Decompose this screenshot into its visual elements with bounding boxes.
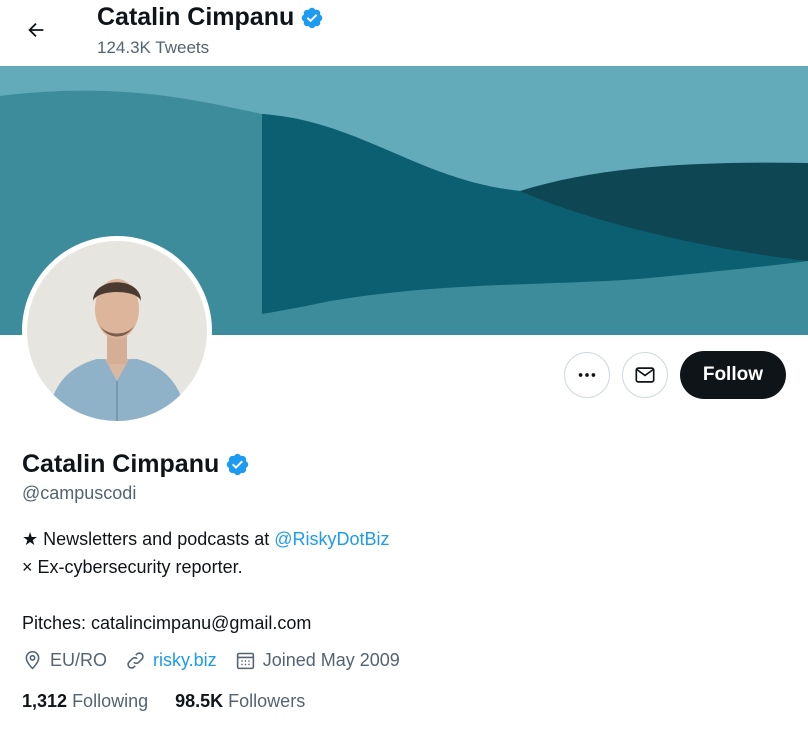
followers-label: Followers (228, 691, 306, 711)
top-bar: Catalin Cimpanu 124.3K Tweets (0, 0, 808, 66)
followers-count: 98.5K (175, 691, 224, 711)
avatar[interactable] (27, 241, 207, 421)
calendar-icon (236, 652, 254, 670)
website-link[interactable]: risky.biz (153, 650, 217, 671)
join-date-text: Joined May 2009 (262, 650, 400, 670)
join-date: Joined May 2009 (235, 650, 400, 671)
followers-link[interactable]: 98.5K Followers (175, 691, 305, 712)
following-label: Following (72, 691, 149, 711)
location: EU/RO (22, 650, 107, 671)
bio-blank-line (22, 581, 390, 609)
link-icon (127, 652, 144, 669)
bio-line-1: ★ Newsletters and podcasts at @RiskyDotB… (22, 525, 390, 553)
more-button[interactable] (563, 352, 610, 398)
header-name-text: Catalin Cimpanu (97, 3, 295, 31)
bio-line-1-text: ★ Newsletters and podcasts at (22, 529, 275, 549)
verified-badge-icon (302, 7, 323, 28)
following-link[interactable]: 1,312 Following (22, 691, 148, 712)
location-text: EU/RO (50, 650, 108, 670)
bio-mention-link[interactable]: @RiskyDotBiz (274, 529, 389, 549)
profile-avatar-ring[interactable] (22, 236, 212, 426)
message-button[interactable] (621, 352, 668, 398)
arrow-left-icon (28, 22, 44, 38)
website[interactable]: risky.biz (125, 650, 217, 671)
envelope-icon (635, 367, 655, 383)
follow-button[interactable]: Follow (679, 351, 786, 399)
bio-line-4: Pitches: catalincimpanu@gmail.com (22, 613, 312, 633)
header-display-name: Catalin Cimpanu (97, 3, 324, 32)
profile-display-name: Catalin Cimpanu (22, 450, 250, 479)
bio-line-2: × Ex-cybersecurity reporter. (22, 557, 243, 577)
follow-counts: 1,312 Following 98.5K Followers (22, 691, 332, 712)
avatar-photo (27, 241, 207, 421)
profile-bio: ★ Newsletters and podcasts at @RiskyDotB… (22, 525, 390, 637)
more-horizontal-icon (578, 373, 596, 377)
back-button[interactable] (18, 12, 54, 48)
verified-badge-icon (227, 453, 249, 476)
profile-name-text: Catalin Cimpanu (22, 450, 220, 478)
profile-meta: EU/RO risky.biz Joined May 2009 (22, 650, 418, 671)
location-pin-icon (25, 650, 40, 670)
following-count: 1,312 (22, 691, 68, 711)
profile-handle: @campuscodi (22, 483, 137, 503)
header-tweet-count: 124.3K Tweets (97, 38, 210, 57)
profile-actions: Follow (563, 351, 786, 399)
